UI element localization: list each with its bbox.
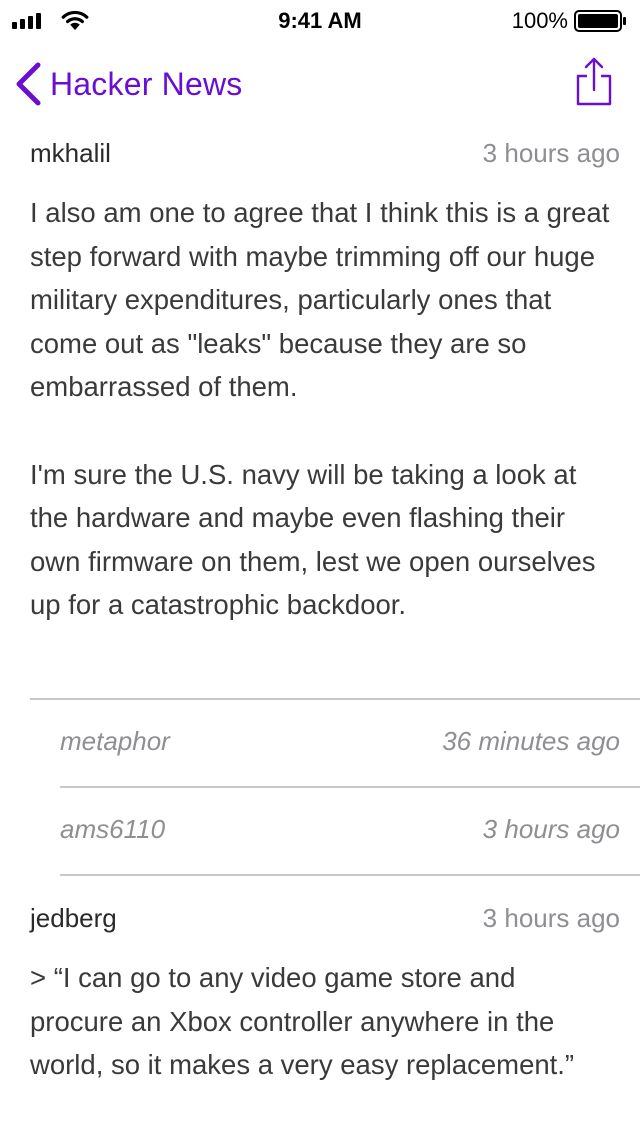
- comment-body: I also am one to agree that I think this…: [30, 191, 614, 627]
- comment-header: jedberg 3 hours ago: [30, 903, 620, 934]
- comment-author[interactable]: jedberg: [30, 903, 117, 934]
- collapsed-reply[interactable]: metaphor 36 minutes ago: [60, 726, 620, 757]
- reply-author: ams6110: [60, 814, 166, 844]
- comment-timestamp: 3 hours ago: [482, 138, 620, 168]
- share-icon[interactable]: [574, 56, 614, 108]
- battery-percent: 100%: [511, 8, 568, 33]
- reply-author: metaphor: [60, 726, 170, 756]
- comment-paragraph: I also am one to agree that I think this…: [30, 197, 610, 403]
- chevron-left-icon: [16, 62, 41, 106]
- reply-timestamp: 3 hours ago: [482, 814, 620, 844]
- comment-paragraph: > “I can go to any video game store and …: [30, 962, 575, 1081]
- divider: [60, 874, 640, 876]
- navigation-bar: Hacker News: [0, 40, 640, 128]
- comment-timestamp: 3 hours ago: [482, 903, 620, 933]
- collapsed-reply[interactable]: ams6110 3 hours ago: [60, 814, 620, 845]
- reply-timestamp: 36 minutes ago: [442, 726, 620, 756]
- comment-body: > “I can go to any video game store and …: [30, 956, 614, 1087]
- back-button[interactable]: Hacker News: [14, 60, 242, 108]
- comment-paragraph: I'm sure the U.S. navy will be taking a …: [30, 458, 596, 621]
- comment-header: mkhalil 3 hours ago: [30, 138, 620, 169]
- status-bar: 9:41 AM 100%: [0, 0, 640, 40]
- back-button-label: Hacker News: [50, 65, 243, 102]
- comment-author[interactable]: mkhalil: [30, 138, 111, 169]
- divider: [60, 786, 640, 788]
- battery-full-icon: [574, 10, 626, 32]
- divider: [30, 698, 640, 700]
